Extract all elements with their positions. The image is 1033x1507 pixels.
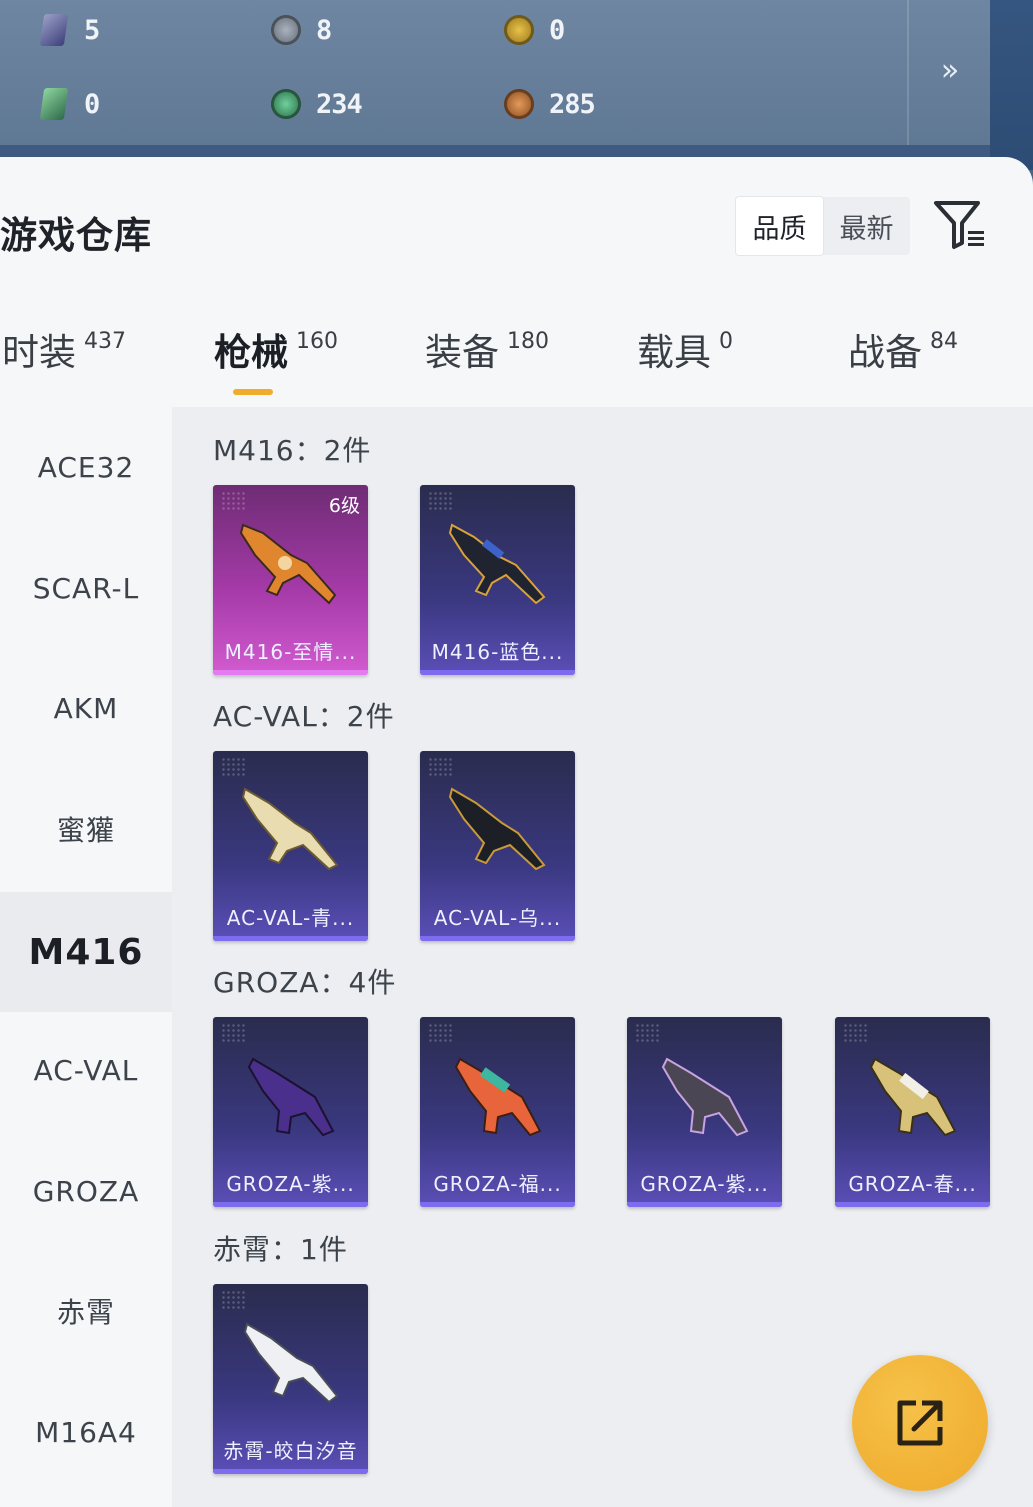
currency-value: 285 bbox=[549, 88, 596, 120]
warehouse-panel: 游戏仓库 品质 最新 时装 437 枪械 160 装备 180 载具 0 战备 … bbox=[0, 157, 1033, 1507]
sidebar-item-scar-l[interactable]: SCAR-L bbox=[0, 528, 172, 648]
currency-silver-coin: 8 bbox=[268, 12, 332, 48]
sort-toggle: 品质 最新 bbox=[736, 197, 910, 255]
skin-name: GROZA-春... bbox=[848, 1172, 977, 1196]
currency-purple-card: 5 bbox=[36, 12, 100, 48]
gold-coin-icon bbox=[501, 12, 537, 48]
tab-fashion[interactable]: 时装 437 bbox=[2, 327, 126, 379]
currency-value: 0 bbox=[549, 14, 565, 46]
currency-green-orb: 234 bbox=[268, 86, 363, 122]
skin-name: GROZA-紫... bbox=[640, 1172, 769, 1196]
skin-card[interactable]: GROZA-春... bbox=[835, 1017, 990, 1207]
rifle-icon bbox=[241, 787, 339, 871]
purple-card-icon bbox=[36, 12, 72, 48]
sidebar-item-chixiao[interactable]: 赤霄 bbox=[0, 1251, 172, 1371]
green-orb-icon bbox=[268, 86, 304, 122]
skin-name: 赤霄-皎白汐音 bbox=[223, 1439, 358, 1463]
sort-newest-button[interactable]: 最新 bbox=[823, 197, 910, 255]
rifle-icon bbox=[661, 1057, 749, 1137]
currency-green-card: 0 bbox=[36, 86, 100, 122]
skin-card[interactable]: GROZA-紫... bbox=[213, 1017, 368, 1207]
tab-count: 160 bbox=[296, 329, 338, 354]
skin-card[interactable]: GROZA-福... bbox=[420, 1017, 575, 1207]
currency-value: 0 bbox=[84, 88, 100, 120]
skin-name: GROZA-紫... bbox=[226, 1172, 355, 1196]
sidebar-item-m416[interactable]: M416 bbox=[0, 892, 172, 1012]
currency-value: 8 bbox=[316, 14, 332, 46]
group-title-groza: GROZA：4件 bbox=[213, 966, 397, 999]
rifle-icon bbox=[454, 1057, 542, 1137]
skin-name: GROZA-福... bbox=[433, 1172, 562, 1196]
sidebar-item-honey-badger[interactable]: 蜜獾 bbox=[0, 769, 172, 889]
sidebar-item-groza[interactable]: GROZA bbox=[0, 1131, 172, 1251]
weapon-skin-list: M416：2件 6级 M416-至情... M416-蓝色... AC-VAL：… bbox=[172, 407, 1033, 1507]
tab-label: 枪械 bbox=[214, 331, 288, 374]
tab-count: 84 bbox=[930, 329, 958, 354]
group-title-chixiao: 赤霄：1件 bbox=[213, 1233, 348, 1266]
tab-supplies[interactable]: 战备 84 bbox=[848, 327, 958, 379]
sort-quality-button[interactable]: 品质 bbox=[736, 197, 823, 255]
tab-label: 战备 bbox=[848, 331, 922, 374]
tab-count: 437 bbox=[84, 329, 126, 354]
rifle-icon bbox=[448, 787, 546, 871]
skin-card[interactable]: AC-VAL-青... bbox=[213, 751, 368, 941]
rifle-icon bbox=[448, 523, 546, 605]
skin-name: AC-VAL-青... bbox=[226, 906, 355, 930]
skin-card[interactable]: M416-蓝色... bbox=[420, 485, 575, 675]
category-tabs: 时装 437 枪械 160 装备 180 载具 0 战备 84 bbox=[0, 327, 1033, 409]
share-button[interactable] bbox=[852, 1355, 988, 1491]
group-title-m416: M416：2件 bbox=[213, 434, 372, 467]
tab-label: 载具 bbox=[637, 331, 711, 374]
currency-value: 234 bbox=[316, 88, 363, 120]
currency-bar: 5 8 0 0 234 285 » bbox=[0, 0, 990, 157]
filter-icon[interactable] bbox=[932, 199, 988, 251]
sidebar-item-ace32[interactable]: ACE32 bbox=[0, 407, 172, 527]
weapon-sidebar: ACE32 SCAR-L AKM 蜜獾 M416 AC-VAL GROZA 赤霄… bbox=[0, 407, 172, 1507]
background-strip bbox=[990, 0, 1033, 170]
rifle-icon bbox=[247, 1057, 335, 1137]
skin-name: AC-VAL-乌... bbox=[433, 906, 562, 930]
sidebar-item-ac-val[interactable]: AC-VAL bbox=[0, 1010, 172, 1130]
currency-bronze-coin: 285 bbox=[501, 86, 596, 122]
active-tab-indicator bbox=[233, 389, 273, 395]
sidebar-item-m16a4[interactable]: M16A4 bbox=[0, 1372, 172, 1492]
green-card-icon bbox=[36, 86, 72, 122]
group-title-ac-val: AC-VAL：2件 bbox=[213, 700, 395, 733]
tab-vehicles[interactable]: 载具 0 bbox=[637, 327, 733, 379]
skin-card[interactable]: GROZA-紫... bbox=[627, 1017, 782, 1207]
skin-card[interactable]: 赤霄-皎白汐音 bbox=[213, 1284, 368, 1474]
sidebar-item-akm[interactable]: AKM bbox=[0, 648, 172, 768]
currency-value: 5 bbox=[84, 14, 100, 46]
expand-chevron-icon[interactable]: » bbox=[930, 50, 970, 90]
skin-card[interactable]: 6级 M416-至情... bbox=[213, 485, 368, 675]
external-link-icon bbox=[897, 1400, 943, 1446]
silver-coin-icon bbox=[268, 12, 304, 48]
rifle-icon bbox=[243, 1322, 339, 1404]
tab-count: 180 bbox=[507, 329, 549, 354]
skin-name: M416-蓝色... bbox=[431, 640, 564, 664]
tab-label: 时装 bbox=[2, 331, 76, 374]
tab-count: 0 bbox=[719, 329, 733, 354]
skin-name: M416-至情... bbox=[224, 640, 357, 664]
page-title: 游戏仓库 bbox=[0, 214, 152, 257]
rifle-icon bbox=[869, 1057, 957, 1137]
skin-card[interactable]: AC-VAL-乌... bbox=[420, 751, 575, 941]
tab-label: 装备 bbox=[425, 331, 499, 374]
tab-equipment[interactable]: 装备 180 bbox=[425, 327, 549, 379]
bronze-coin-icon bbox=[501, 86, 537, 122]
rifle-icon bbox=[239, 523, 337, 605]
tab-firearms[interactable]: 枪械 160 bbox=[214, 327, 338, 379]
currency-gold-coin: 0 bbox=[501, 12, 565, 48]
